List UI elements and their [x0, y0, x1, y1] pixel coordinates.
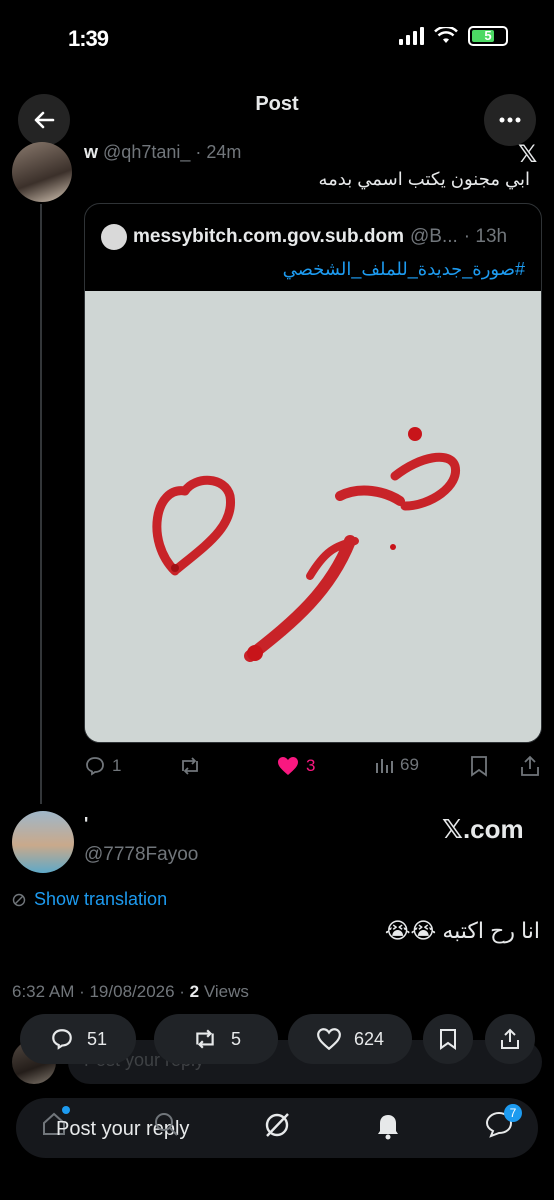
tweet1-text: ابي مجنون يكتب اسمي بدمه: [318, 169, 530, 189]
heart-filled-icon: [278, 757, 298, 775]
page-title: Post: [255, 93, 299, 115]
status-time: 1:39: [68, 26, 109, 51]
status-icons: 5: [399, 26, 508, 46]
wifi-icon: [434, 27, 458, 43]
x-logo-icon: 𝕏: [518, 141, 538, 168]
bookmark-icon: [440, 1029, 456, 1050]
bottom-reply-count: 51: [86, 1028, 108, 1049]
tweet2-views-label: Views: [199, 982, 249, 1001]
tweet1-avatar[interactable]: [12, 142, 72, 202]
tweet1-header: w @qh7tani_ · 24m: [84, 142, 241, 163]
heart-icon: [317, 1028, 341, 1051]
x-watermark: 𝕏.com: [442, 814, 524, 844]
bottom-share-button[interactable]: [485, 1014, 535, 1064]
bottom-reply-button[interactable]: 51: [20, 1014, 136, 1064]
tab-messages[interactable]: 7: [484, 1104, 522, 1143]
tab-search[interactable]: [152, 1110, 180, 1143]
tab-notifications[interactable]: [374, 1110, 402, 1145]
messages-badge: 7: [504, 1104, 522, 1122]
tweet2-views-count: 2: [189, 982, 200, 1001]
cellular-icon: [399, 27, 424, 45]
tweet2-name[interactable]: ': [84, 814, 88, 835]
retweet-icon: [182, 757, 198, 775]
bottom-bookmark-button[interactable]: [423, 1014, 473, 1064]
quote-avatar: [101, 224, 127, 250]
battery-level: 5: [484, 28, 492, 43]
quoted-tweet[interactable]: messybitch.com.gov.sub.dom @B... · 13h #…: [84, 203, 542, 743]
tweet1-time: · 24m: [195, 142, 242, 162]
tab-grok[interactable]: [262, 1110, 292, 1145]
bookmark-icon: [471, 756, 487, 777]
quote-hashtag[interactable]: #صورة_جديدة_للملف_الشخصي: [283, 259, 525, 280]
grok-icon: [265, 1113, 289, 1137]
retweet-button[interactable]: [178, 755, 202, 777]
tweet1-handle[interactable]: @qh7tani_: [103, 142, 190, 162]
views-icon: [376, 759, 393, 773]
tweet1-name[interactable]: w: [84, 142, 98, 162]
views-button[interactable]: 69: [374, 755, 419, 775]
share-button[interactable]: [520, 755, 540, 777]
blood-drawing-image: [85, 291, 541, 742]
retweet-icon: [196, 1029, 214, 1049]
reply-count: 1: [112, 756, 122, 775]
thread-line: [40, 204, 42, 804]
like-count: 3: [306, 756, 316, 775]
quote-image[interactable]: [85, 291, 541, 742]
reply-icon: [52, 1029, 72, 1050]
quote-header: messybitch.com.gov.sub.dom @B... · 13h: [101, 224, 507, 250]
tweet2-timestamp: 6:32 AM · 19/08/2026 ·: [12, 982, 190, 1001]
bottom-like-button[interactable]: 624: [288, 1014, 412, 1064]
tweet2-text: انا رح اكتبه 😭😭: [384, 918, 540, 943]
back-arrow-icon: [34, 111, 55, 129]
more-options-button[interactable]: [484, 94, 536, 146]
tweet1-actions: 1 3 69: [84, 755, 544, 779]
bottom-retweet-count: 5: [230, 1028, 241, 1049]
tweet2-avatar[interactable]: [12, 811, 74, 873]
show-translation-link[interactable]: Show translation: [12, 889, 167, 910]
quote-name: messybitch.com.gov.sub.dom: [133, 226, 404, 247]
reply-button[interactable]: 1: [84, 755, 121, 777]
translate-icon: [12, 893, 26, 906]
bottom-retweet-button[interactable]: 5: [154, 1014, 278, 1064]
search-icon: [155, 1113, 178, 1136]
more-dots-icon: [499, 117, 521, 123]
share-icon: [501, 1028, 519, 1049]
show-translation-label: Show translation: [34, 889, 168, 909]
home-notification-dot: [62, 1106, 70, 1114]
quote-time: · 13h: [463, 226, 508, 247]
back-button[interactable]: [18, 94, 70, 146]
battery-icon: 5: [468, 26, 508, 46]
bottom-like-count: 624: [353, 1028, 385, 1049]
tweet2-meta: 6:32 AM · 19/08/2026 · 2 Views: [12, 982, 249, 1002]
views-count: 69: [400, 755, 419, 774]
bell-icon: [378, 1115, 398, 1140]
share-icon: [521, 755, 539, 776]
quote-handle: @B...: [409, 226, 458, 247]
like-button[interactable]: 3: [276, 755, 315, 777]
bookmark-button[interactable]: [470, 755, 488, 777]
tweet2-handle[interactable]: @7778Fayoo: [84, 844, 198, 866]
reply-icon: [86, 757, 104, 776]
